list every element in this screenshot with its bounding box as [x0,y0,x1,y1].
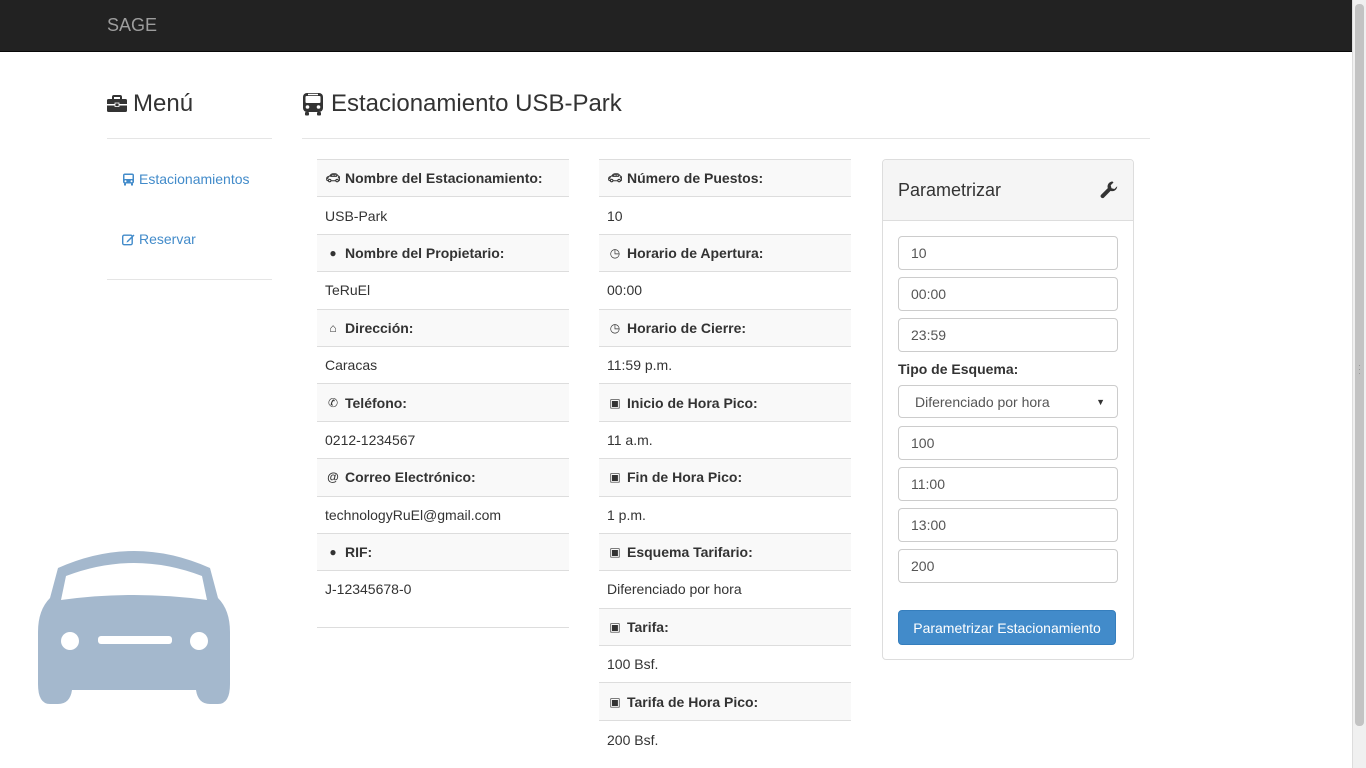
money-icon: ▣ [609,545,621,560]
sidebar-divider-top [107,138,272,139]
parametrizar-button[interactable]: Parametrizar Estacionamiento [898,610,1116,645]
title-divider [302,138,1150,139]
table-row-value: 1 p.m. [599,497,851,534]
clock-icon: ◷ [609,320,621,335]
table-row-label: ◷ Horario de Cierre: [599,309,851,347]
table-row-label: ▣ Esquema Tarifario: [599,533,851,572]
panel-heading: Parametrizar [883,160,1133,221]
home-icon: ⌂ [329,320,337,335]
sidebar-title: Menú [133,90,194,117]
parking-info-table: 🚗︎ Nombre del Estacionamiento: USB-Park ●… [317,159,569,629]
table-row-value: TeRuEl [317,272,569,310]
table-row-label: ▣ Tarifa: [599,608,851,647]
table-row-value: Caracas [317,347,569,385]
phone-icon: ✆ [327,395,339,410]
schedule-info-table: 🚗︎ Número de Puestos: 10 ◷ Horario de Aper… [599,159,851,758]
cierre-input[interactable]: 23:59 [898,318,1118,352]
schema-label: Tipo de Esquema: [898,361,1019,377]
briefcase-icon [107,95,127,112]
money-icon: ▣ [609,694,621,709]
schema-select[interactable]: Diferenciado por hora ▼ [898,385,1118,418]
at-icon: @ [327,470,339,485]
table-row-label: ● RIF: [317,533,569,572]
table-row-label: ▣ Tarifa de Hora Pico: [599,683,851,721]
table-row-value: Diferenciado por hora [599,571,851,609]
table-row-value: USB-Park [317,197,569,235]
wrench-icon [1100,181,1118,199]
tarifa-pico-input[interactable]: 200 [898,549,1118,583]
table-row-value: 10 [599,197,851,235]
sidebar-item-label: Estacionamientos [139,171,250,187]
navbar-brand[interactable]: SAGE [107,15,157,36]
table-row-label: ▣ Inicio de Hora Pico: [599,384,851,422]
table-row-label: 🚗︎ Número de Puestos: [599,160,851,198]
top-navbar: SAGE [0,0,1352,52]
car-icon: 🚗︎ [325,171,341,186]
inicio-pico-input[interactable]: 11:00 [898,467,1118,501]
table-row-value: 0212-1234567 [317,422,569,460]
clock-icon: ◷ [609,245,621,260]
money-icon: ▣ [609,619,621,634]
sidebar-item-reservar[interactable]: Reservar [122,231,196,247]
table-row-value: technologyRuEl@gmail.com [317,497,569,534]
table-row-value: J-12345678-0 [317,571,569,629]
scrollbar-grip-icon: · · · [1358,361,1361,378]
bus-icon [303,93,323,116]
circle-icon: ● [329,545,337,560]
sidebar-item-estacionamientos[interactable]: Estacionamientos [122,171,250,187]
tarifa-input[interactable]: 100 [898,426,1118,460]
bus-icon [123,173,134,185]
money-icon: ▣ [609,395,621,410]
sidebar-item-label: Reservar [139,231,196,247]
apertura-input[interactable]: 00:00 [898,277,1118,311]
money-icon: ▣ [609,470,621,485]
parametrizar-panel: Parametrizar 10 00:00 23:59 Tipo de Esqu… [882,159,1134,660]
puestos-input[interactable]: 10 [898,236,1118,270]
table-row-value: 100 Bsf. [599,646,851,684]
dropdown-arrow-icon: ▼ [1096,396,1105,407]
table-row-label: ⌂ Dirección: [317,309,569,347]
fin-pico-input[interactable]: 13:00 [898,508,1118,542]
panel-title: Parametrizar [898,179,1002,200]
car-illustration-icon [38,551,230,704]
table-row-label: 🚗︎ Nombre del Estacionamiento: [317,160,569,198]
user-icon: ● [329,245,337,260]
page-title: Estacionamiento USB-Park [331,90,622,117]
sidebar-heading: Menú [107,90,193,118]
table-row-label: ▣ Fin de Hora Pico: [599,459,851,497]
vertical-scrollbar[interactable]: · · · [1352,0,1366,768]
table-row-value: 11 a.m. [599,422,851,460]
table-row-label: @ Correo Electrónico: [317,459,569,497]
table-row-value: 00:00 [599,272,851,310]
sidebar-divider-bottom [107,279,272,280]
table-row-label: ✆ Teléfono: [317,384,569,422]
car-icon: 🚗︎ [607,171,623,186]
page-heading: Estacionamiento USB-Park [302,90,622,118]
table-row-value: 11:59 p.m. [599,347,851,385]
table-row-value: 200 Bsf. [607,731,659,748]
edit-icon [122,234,135,245]
table-row-label: ◷ Horario de Apertura: [599,234,851,273]
table-row-label: ● Nombre del Propietario: [317,234,569,273]
scrollbar-thumb[interactable]: · · · [1355,4,1364,726]
